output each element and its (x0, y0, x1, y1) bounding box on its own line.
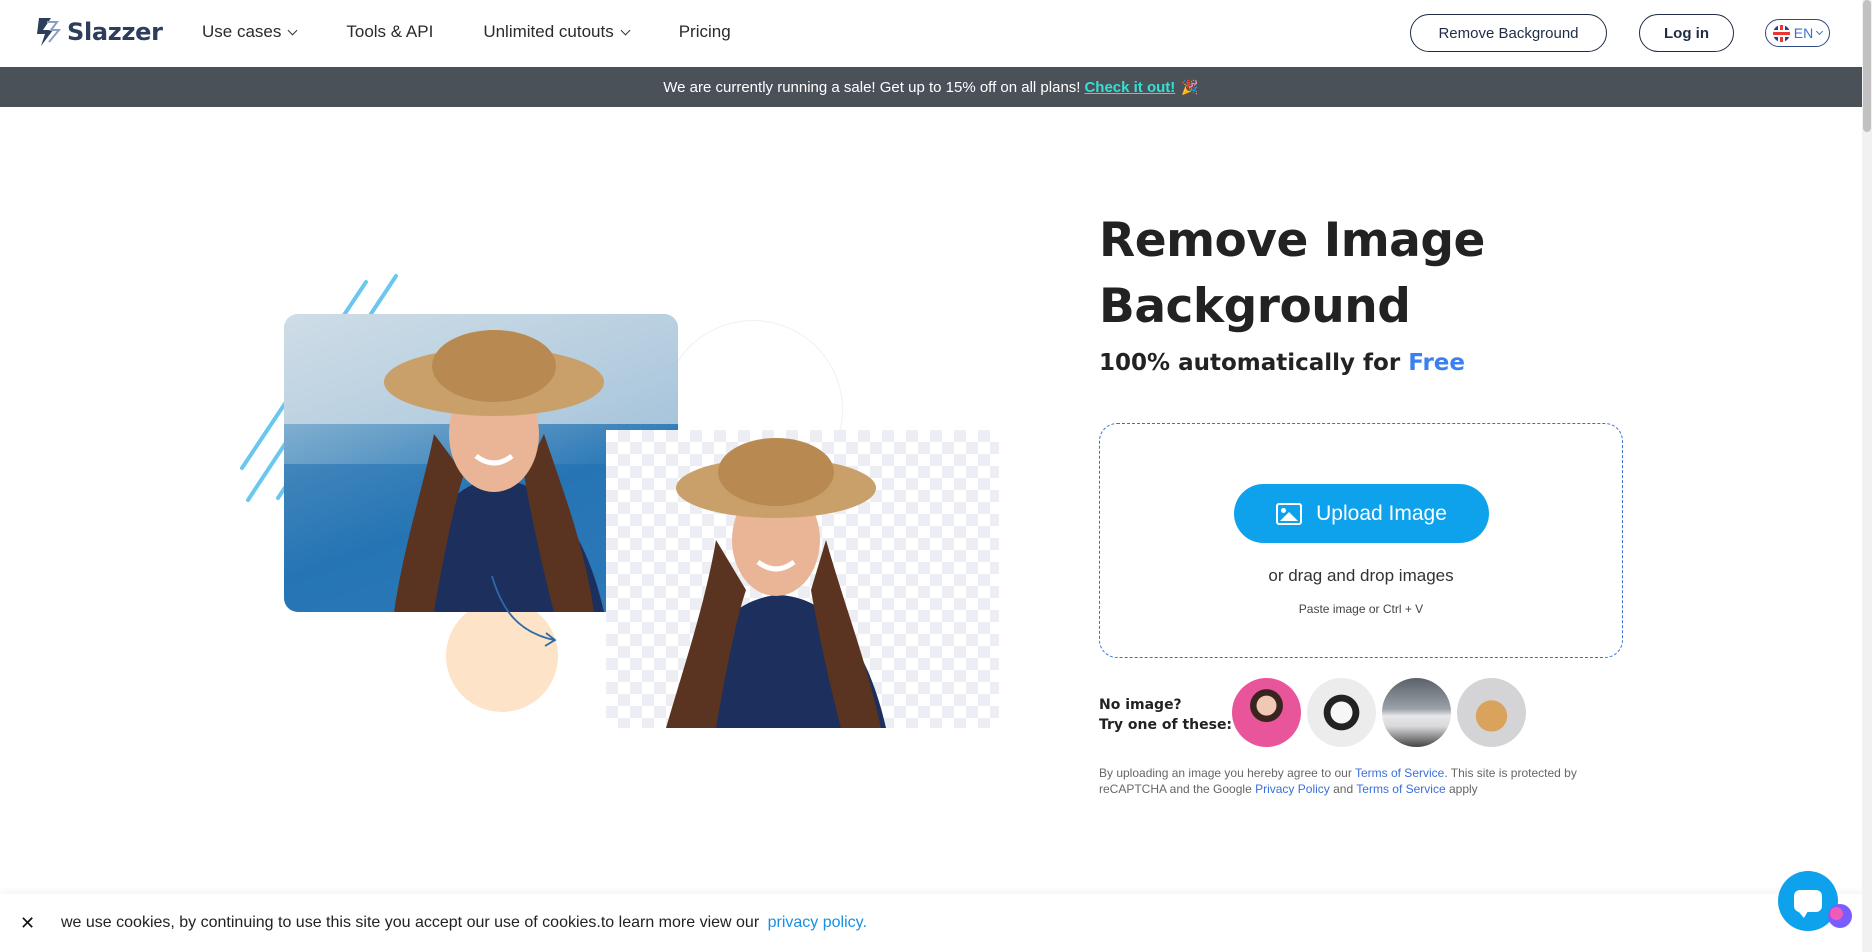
page-title: Remove Image Background (1099, 213, 1485, 334)
terms-of-service-link[interactable]: Terms of Service (1356, 782, 1445, 796)
sample-prompt: No image? Try one of these: (1099, 695, 1232, 735)
subtitle-prefix: 100% automatically for (1099, 350, 1401, 376)
logo[interactable]: Slazzer (33, 16, 163, 48)
uk-flag-icon (1772, 24, 1790, 42)
cookie-banner: ✕ we use cookies, by continuing to use t… (0, 894, 1862, 952)
nav-use-cases-label: Use cases (202, 22, 282, 41)
sample-woman[interactable] (1232, 678, 1301, 747)
site-header: Slazzer Use cases Tools & API Unlimited … (0, 0, 1862, 67)
brain-icon[interactable] (1828, 904, 1852, 928)
slazzer-logo-icon (37, 18, 61, 46)
upload-image-label: Upload Image (1316, 501, 1447, 525)
cookie-message: we use cookies, by continuing to use thi… (61, 914, 760, 931)
chevron-down-icon (620, 25, 631, 35)
nav-pricing[interactable]: Pricing (679, 22, 731, 42)
legal-notice: By uploading an image you hereby agree t… (1099, 765, 1639, 797)
chevron-down-icon (1816, 27, 1824, 36)
nav-unlimited-cutouts[interactable]: Unlimited cutouts (483, 22, 631, 42)
nav-use-cases[interactable]: Use cases (202, 22, 298, 42)
chevron-down-icon (287, 25, 298, 35)
legal-text: By uploading an image you hereby agree t… (1099, 766, 1352, 780)
legal-text: and (1333, 782, 1354, 796)
promo-link[interactable]: Check it out! (1084, 79, 1175, 96)
woman-cutout-icon (666, 438, 886, 728)
sample-prompt-line1: No image? (1099, 697, 1182, 713)
upload-dropzone[interactable]: Upload Image or drag and drop images Pas… (1099, 423, 1623, 658)
subtitle-free-highlight: Free (1408, 350, 1465, 376)
promo-text: We are currently running a sale! Get up … (663, 78, 1081, 96)
image-icon (1276, 502, 1303, 525)
drag-drop-text: or drag and drop images (1268, 566, 1454, 585)
nav-tools-api[interactable]: Tools & API (346, 22, 433, 42)
terms-of-service-link[interactable]: Terms of Service (1355, 766, 1444, 780)
scrollbar-thumb[interactable] (1863, 0, 1871, 132)
nav-pricing-label: Pricing (678, 22, 731, 41)
paste-hint: Paste image or Ctrl + V (1298, 602, 1424, 616)
upload-image-button[interactable]: Upload Image (1234, 484, 1489, 543)
sample-dog[interactable] (1457, 678, 1526, 747)
arrow-icon (491, 575, 557, 647)
privacy-policy-link[interactable]: Privacy Policy (1255, 782, 1330, 796)
nav-unlimited-cutouts-label: Unlimited cutouts (483, 22, 614, 41)
chat-icon (1794, 890, 1822, 918)
login-button[interactable]: Log in (1639, 14, 1734, 52)
language-selector[interactable]: EN (1765, 19, 1830, 47)
scrollbar[interactable] (1862, 0, 1872, 952)
remove-background-button[interactable]: Remove Background (1410, 14, 1607, 52)
language-label: EN (1793, 25, 1814, 41)
sample-car[interactable] (1382, 678, 1451, 747)
close-icon[interactable]: ✕ (20, 913, 35, 934)
cookie-text: we use cookies, by continuing to use thi… (61, 914, 867, 932)
main-nav: Use cases Tools & API Unlimited cutouts … (202, 22, 781, 42)
hero-illustration (238, 270, 1008, 740)
sample-images (1232, 678, 1526, 747)
sample-prompt-line2: Try one of these: (1099, 717, 1233, 733)
promo-banner: We are currently running a sale! Get up … (0, 67, 1862, 107)
after-photo-transparent (606, 430, 999, 728)
logo-text: Slazzer (67, 18, 163, 46)
hero-subtitle: 100% automatically for Free (1099, 350, 1465, 376)
sample-headphones[interactable] (1307, 678, 1376, 747)
legal-text: apply (1448, 782, 1478, 796)
privacy-policy-link[interactable]: privacy policy. (768, 914, 867, 931)
party-icon: 🎉 (1181, 78, 1199, 95)
nav-tools-api-label: Tools & API (346, 22, 434, 41)
